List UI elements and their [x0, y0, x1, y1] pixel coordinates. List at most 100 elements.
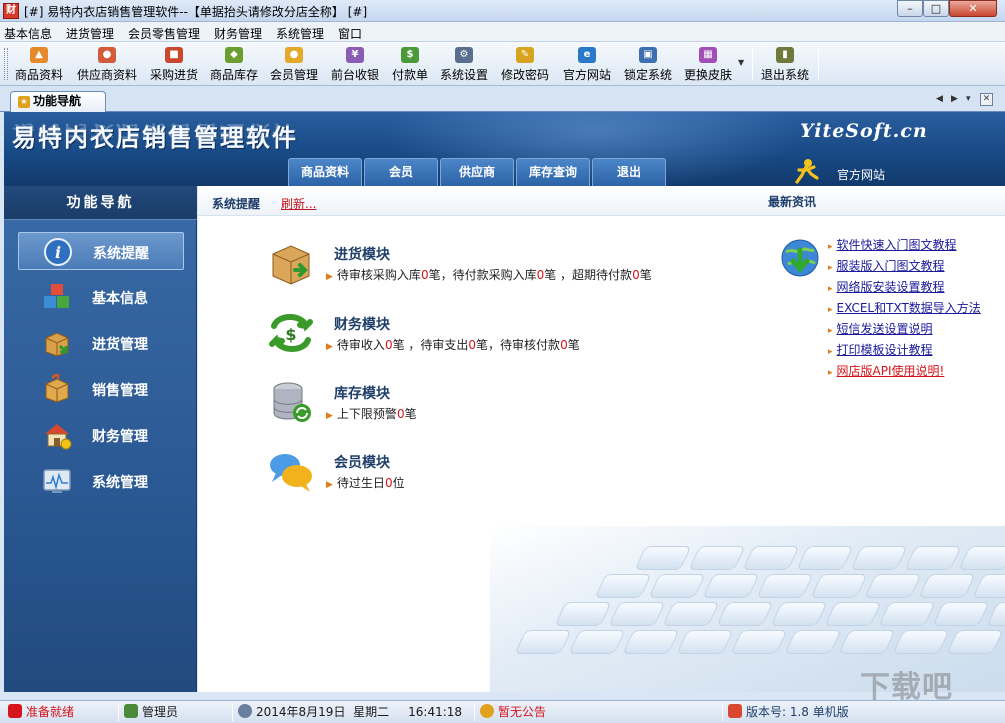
banner-tab-stock-query[interactable]: 库存查询 [516, 158, 590, 186]
tab-function-nav[interactable]: ★ 功能导航 [10, 91, 106, 113]
tab-next-icon[interactable]: ▶ [951, 94, 958, 104]
news-link[interactable]: ▸ 短信发送设置说明 [828, 320, 933, 337]
star-icon: ★ [18, 96, 30, 108]
toolbar-button[interactable]: e 官方网站 [558, 44, 616, 84]
news-link-text: 网络版安装设置教程 [836, 280, 945, 294]
toolbar-button-label: 商品资料 [14, 68, 63, 82]
toolbar-button-label: 退出系统 [760, 68, 809, 82]
toolbar-button[interactable]: ▦ 更换皮肤 [680, 44, 736, 84]
sidebar-heading: 功能导航 [4, 186, 197, 220]
bullet-arrow-icon: ▶ [326, 342, 333, 352]
sidebar-item-sales[interactable]: 销售管理 [18, 370, 184, 408]
module-summary: ▶ 待审收入0笔 ，待审支出0笔，待审核付款0笔 [326, 336, 580, 353]
banner-tab-goods[interactable]: 商品资料 [288, 158, 362, 186]
toolbar-button[interactable]: ▣ 锁定系统 [620, 44, 676, 84]
sidebar-item-system-reminder[interactable]: i 系统提醒 [18, 232, 184, 270]
box-in-icon [45, 332, 69, 357]
minimize-button[interactable]: – [897, 0, 923, 17]
status-divider [722, 704, 723, 721]
toolbar-button[interactable]: ● 供应商资料 [72, 44, 142, 84]
official-site-link[interactable]: 官方网站 [837, 166, 885, 183]
keyboard-key [554, 602, 612, 626]
news-link[interactable]: ▸ EXCEL和TXT数据导入方法 [828, 299, 981, 316]
toolbar-button-label: 系统设置 [439, 68, 488, 82]
tab-list-icon[interactable]: ▾ [966, 94, 971, 104]
count-value[interactable]: 0 [397, 407, 405, 421]
bullet-arrow-icon: ▸ [828, 368, 833, 378]
menu-finance[interactable]: 财务管理 [214, 25, 262, 42]
sidebar-item-label: 进货管理 [92, 337, 148, 353]
sidebar-item-basic-info[interactable]: 基本信息 [18, 278, 184, 316]
status-divider [474, 704, 475, 721]
keyboard-key [864, 574, 922, 598]
banner-tab-member[interactable]: 会员 [364, 158, 438, 186]
news-link[interactable]: ▸ 软件快速入门图文教程 [828, 236, 957, 253]
toolbar-button[interactable]: ✎ 修改密码 [496, 44, 554, 84]
toolbar-button[interactable]: ■ 采购进货 [146, 44, 202, 84]
keyboard-key [514, 630, 572, 654]
news-link[interactable]: ▸ 网络版安装设置教程 [828, 278, 945, 295]
toolbar-button-label: 锁定系统 [623, 68, 672, 82]
sidebar-item-finance[interactable]: 财务管理 [18, 416, 184, 454]
toolbar-button[interactable]: $ 付款单 [388, 44, 432, 84]
count-value[interactable]: 0 [385, 338, 393, 352]
bullet-arrow-icon: ▶ [326, 480, 333, 490]
tab-prev-icon[interactable]: ◀ [936, 94, 943, 104]
count-value[interactable]: 0 [385, 476, 393, 490]
toolbar-grip[interactable] [4, 48, 8, 80]
news-link[interactable]: ▸ 服装版入门图文教程 [828, 257, 945, 274]
bullet-arrow-icon: ▶ [326, 411, 333, 421]
summary-text: 上下限预警 [336, 407, 397, 421]
keyboard-key [688, 546, 746, 570]
bullet-arrow-icon: ▸ [828, 347, 833, 357]
sidebar-item-system[interactable]: 系统管理 [18, 462, 184, 500]
sidebar-item-purchase[interactable]: 进货管理 [18, 324, 184, 362]
skin-dropdown-icon[interactable]: ▼ [738, 58, 744, 67]
module-purchase: 进货模块 ▶ 待审核采购入库0笔，待付款采购入库0笔 ，超期待付款0笔 [268, 240, 688, 300]
news-link-text: EXCEL和TXT数据导入方法 [836, 301, 981, 315]
close-button[interactable]: ✕ [949, 0, 997, 17]
ie-icon: e [578, 47, 596, 63]
toolbar-button[interactable]: ◆ 商品库存 [206, 44, 262, 84]
menu-purchase[interactable]: 进货管理 [66, 25, 114, 42]
keyboard-key [878, 602, 936, 626]
toolbar-button[interactable]: ¥ 前台收银 [326, 44, 384, 84]
bullet-arrow-icon: ▸ [828, 263, 833, 273]
menu-basic-info[interactable]: 基本信息 [4, 25, 52, 42]
title-bar: 财 [#] 易特内衣店销售管理软件--【单据抬头请修改分店全称】 [#] – □… [0, 0, 1005, 22]
count-value[interactable]: 0 [560, 338, 568, 352]
cashier-icon: ¥ [346, 47, 364, 63]
bullet-arrow-icon: ▸ [828, 242, 833, 252]
module-stock: 库存模块 ▶ 上下限预警0笔 [268, 379, 688, 439]
maximize-button[interactable]: □ [923, 0, 949, 17]
toolbar-button[interactable]: ▮ 退出系统 [758, 44, 812, 84]
refresh-link[interactable]: 刷新... [281, 195, 316, 212]
banner-tab-exit[interactable]: 退出 [592, 158, 666, 186]
news-link[interactable]: ▸ 打印模板设计教程 [828, 341, 933, 358]
exit-icon: ▮ [776, 47, 794, 63]
keyboard-key [702, 574, 760, 598]
menu-member-retail[interactable]: 会员零售管理 [128, 25, 200, 42]
module-finance: $ 财务模块 ▶ 待审收入0笔 ，待审支出0笔，待审核付款0笔 [268, 310, 688, 370]
tab-close-button[interactable]: ✕ [980, 93, 993, 106]
module-title: 库存模块 [334, 386, 390, 402]
count-value[interactable]: 0 [632, 268, 640, 282]
banner-tab-supplier[interactable]: 供应商 [440, 158, 514, 186]
toolbar-button[interactable]: ⚙ 系统设置 [436, 44, 492, 84]
menu-window[interactable]: 窗口 [338, 25, 362, 42]
bullet-arrow-icon: ▸ [828, 305, 833, 315]
toolbar-button[interactable]: ▲ 商品资料 [10, 44, 68, 84]
count-value[interactable]: 0 [468, 338, 476, 352]
keyboard-key [824, 602, 882, 626]
summary-text: 待审核采购入库 [336, 268, 421, 282]
news-link[interactable]: ▸ 网店版API使用说明! [828, 362, 944, 379]
news-link-text: 服装版入门图文教程 [836, 259, 945, 273]
app-icon[interactable]: 财 [3, 3, 19, 19]
status-notice[interactable]: 暂无公告 [480, 704, 546, 721]
status-ready-text: 准备就绪 [26, 705, 75, 719]
count-value[interactable]: 0 [421, 268, 429, 282]
keyboard-key [622, 630, 680, 654]
toolbar-button[interactable]: ● 会员管理 [266, 44, 322, 84]
menu-system[interactable]: 系统管理 [276, 25, 324, 42]
running-man-icon[interactable] [794, 158, 820, 184]
